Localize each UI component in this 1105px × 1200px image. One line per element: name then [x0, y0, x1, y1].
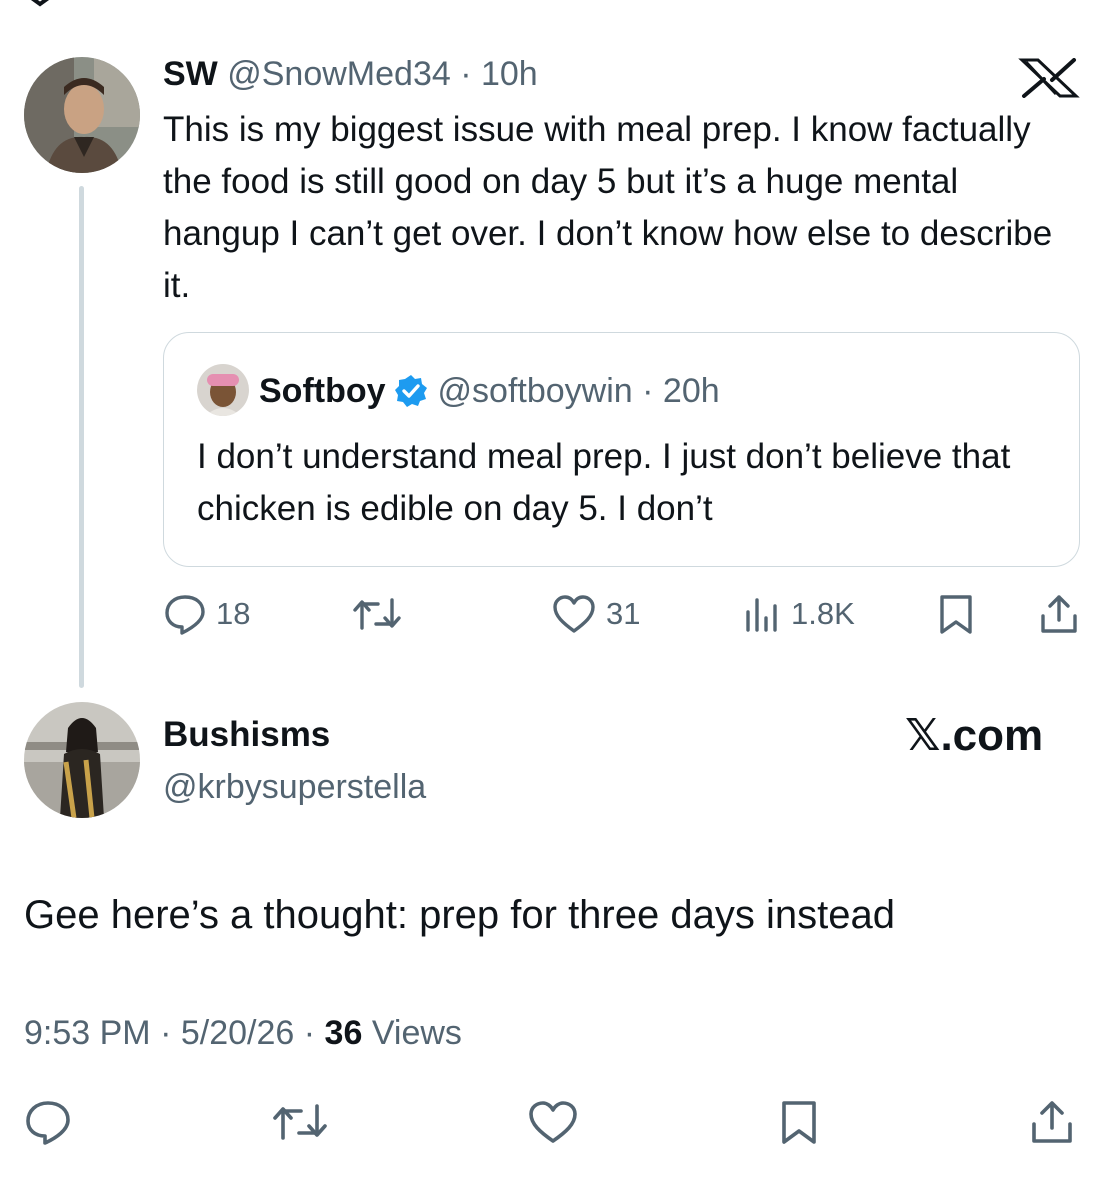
quoted-author-name[interactable]: Softboy	[259, 368, 386, 414]
author-name[interactable]: SW	[163, 55, 218, 93]
bookmark-icon	[940, 595, 972, 634]
bookmark-button[interactable]	[937, 592, 975, 636]
like-icon	[529, 1101, 577, 1143]
reply-count: 18	[216, 596, 251, 631]
thread-line	[79, 186, 84, 688]
sw-avatar-image	[24, 57, 140, 173]
more-options-icon	[525, 0, 605, 6]
quoted-avatar[interactable]	[197, 364, 249, 416]
views-count: 1.8K	[791, 596, 855, 631]
like-icon	[553, 595, 595, 633]
tweet-meta: 9:53 PM · 5/20/26 · 36 Views	[24, 1010, 462, 1056]
retweet-icon	[273, 1104, 327, 1140]
share-icon	[1041, 595, 1077, 633]
separator-dot: ·	[303, 1014, 325, 1052]
author-name[interactable]: Bushisms	[163, 712, 330, 758]
like-count: 31	[606, 596, 641, 631]
tweet-header: SW @SnowMed34 · 10h	[163, 52, 538, 96]
quoted-header: Softboy @softboywin · 20h	[259, 368, 720, 414]
reply-button[interactable]: 18	[163, 592, 250, 636]
tweet-text: Gee here’s a thought: prep for three day…	[24, 893, 895, 937]
watermark: 𝕏.com	[905, 711, 1044, 760]
author-handle-time[interactable]: @SnowMed34 · 10h	[227, 55, 537, 93]
avatar[interactable]	[24, 702, 140, 818]
share-button[interactable]	[1028, 1098, 1076, 1146]
retweet-button[interactable]	[272, 1098, 328, 1146]
views-count: 36	[324, 1014, 363, 1052]
reply-icon	[26, 1101, 70, 1145]
views-icon	[746, 598, 777, 632]
retweet-icon	[353, 598, 401, 630]
bookmark-button[interactable]	[778, 1098, 820, 1146]
reply-button[interactable]	[24, 1098, 72, 1146]
quoted-text: I don’t understand meal prep. I just don…	[197, 437, 1011, 528]
reply-icon	[165, 595, 205, 635]
tweet-time[interactable]: 9:53 PM	[24, 1014, 151, 1052]
chevron-down-icon	[30, 0, 50, 7]
bushisms-avatar-image	[24, 702, 140, 818]
softboy-avatar-image	[197, 364, 249, 416]
views-label: Views	[371, 1014, 462, 1052]
share-icon	[1032, 1101, 1072, 1143]
like-button[interactable]	[527, 1098, 579, 1146]
verified-badge-icon	[394, 375, 427, 407]
retweet-button[interactable]	[352, 592, 402, 636]
quoted-handle-time[interactable]: @softboywin · 20h	[438, 368, 720, 414]
share-button[interactable]	[1038, 592, 1080, 636]
separator-dot: ·	[160, 1014, 181, 1052]
views-button[interactable]: 1.8K	[742, 592, 855, 636]
bookmark-icon	[782, 1101, 816, 1144]
x-logo-icon	[1018, 58, 1080, 98]
like-button[interactable]: 31	[551, 592, 640, 636]
author-handle[interactable]: @krbysuperstella	[163, 764, 426, 810]
tweet-text: This is my biggest issue with meal prep.…	[163, 110, 1053, 305]
tweet-date[interactable]: 5/20/26	[181, 1014, 294, 1052]
avatar[interactable]	[24, 57, 140, 173]
